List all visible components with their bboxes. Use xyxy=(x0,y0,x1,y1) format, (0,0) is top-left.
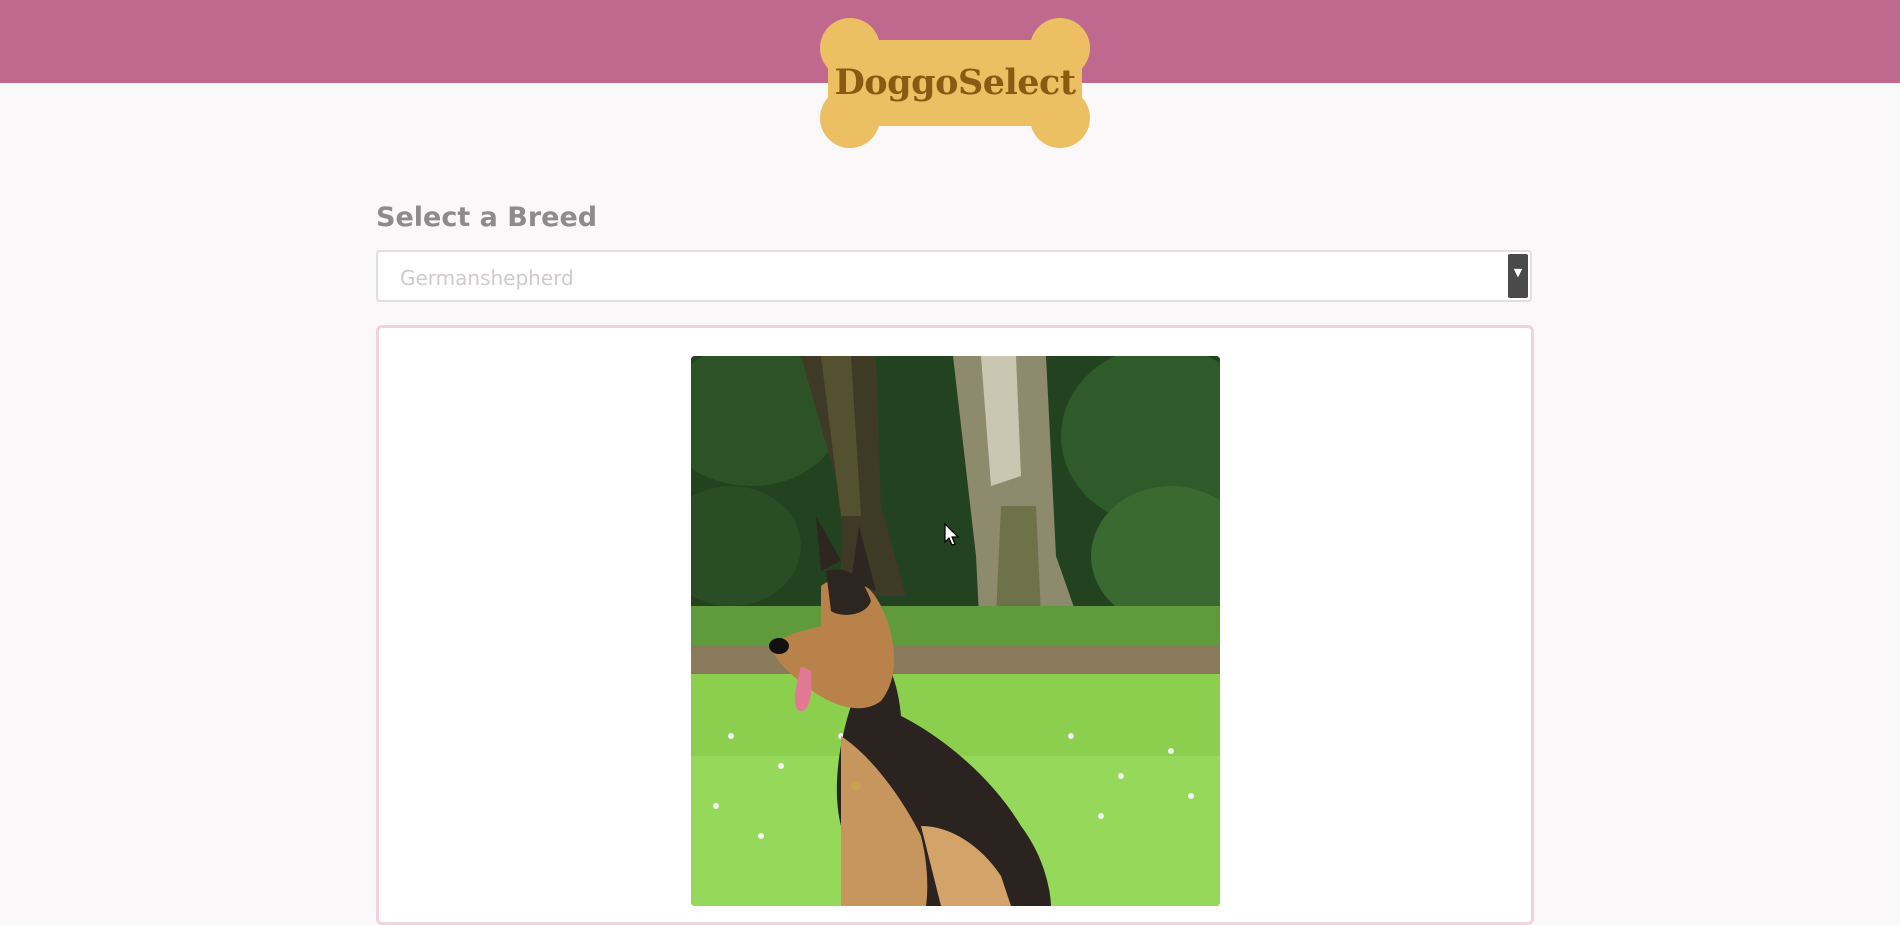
breed-select[interactable]: Germanshepherd ▼ xyxy=(376,250,1532,302)
dog-photo xyxy=(691,356,1220,906)
logo-text: DoggoSelect xyxy=(834,62,1076,103)
app-logo[interactable]: DoggoSelect xyxy=(813,18,1097,148)
german-shepherd-image xyxy=(691,356,1220,906)
chevron-down-icon: ▼ xyxy=(1513,266,1523,279)
mouse-pointer-icon xyxy=(944,522,960,551)
breed-select-value: Germanshepherd xyxy=(400,266,574,290)
breed-selector-label: Select a Breed xyxy=(376,202,598,233)
select-dropdown-button[interactable]: ▼ xyxy=(1508,254,1528,298)
